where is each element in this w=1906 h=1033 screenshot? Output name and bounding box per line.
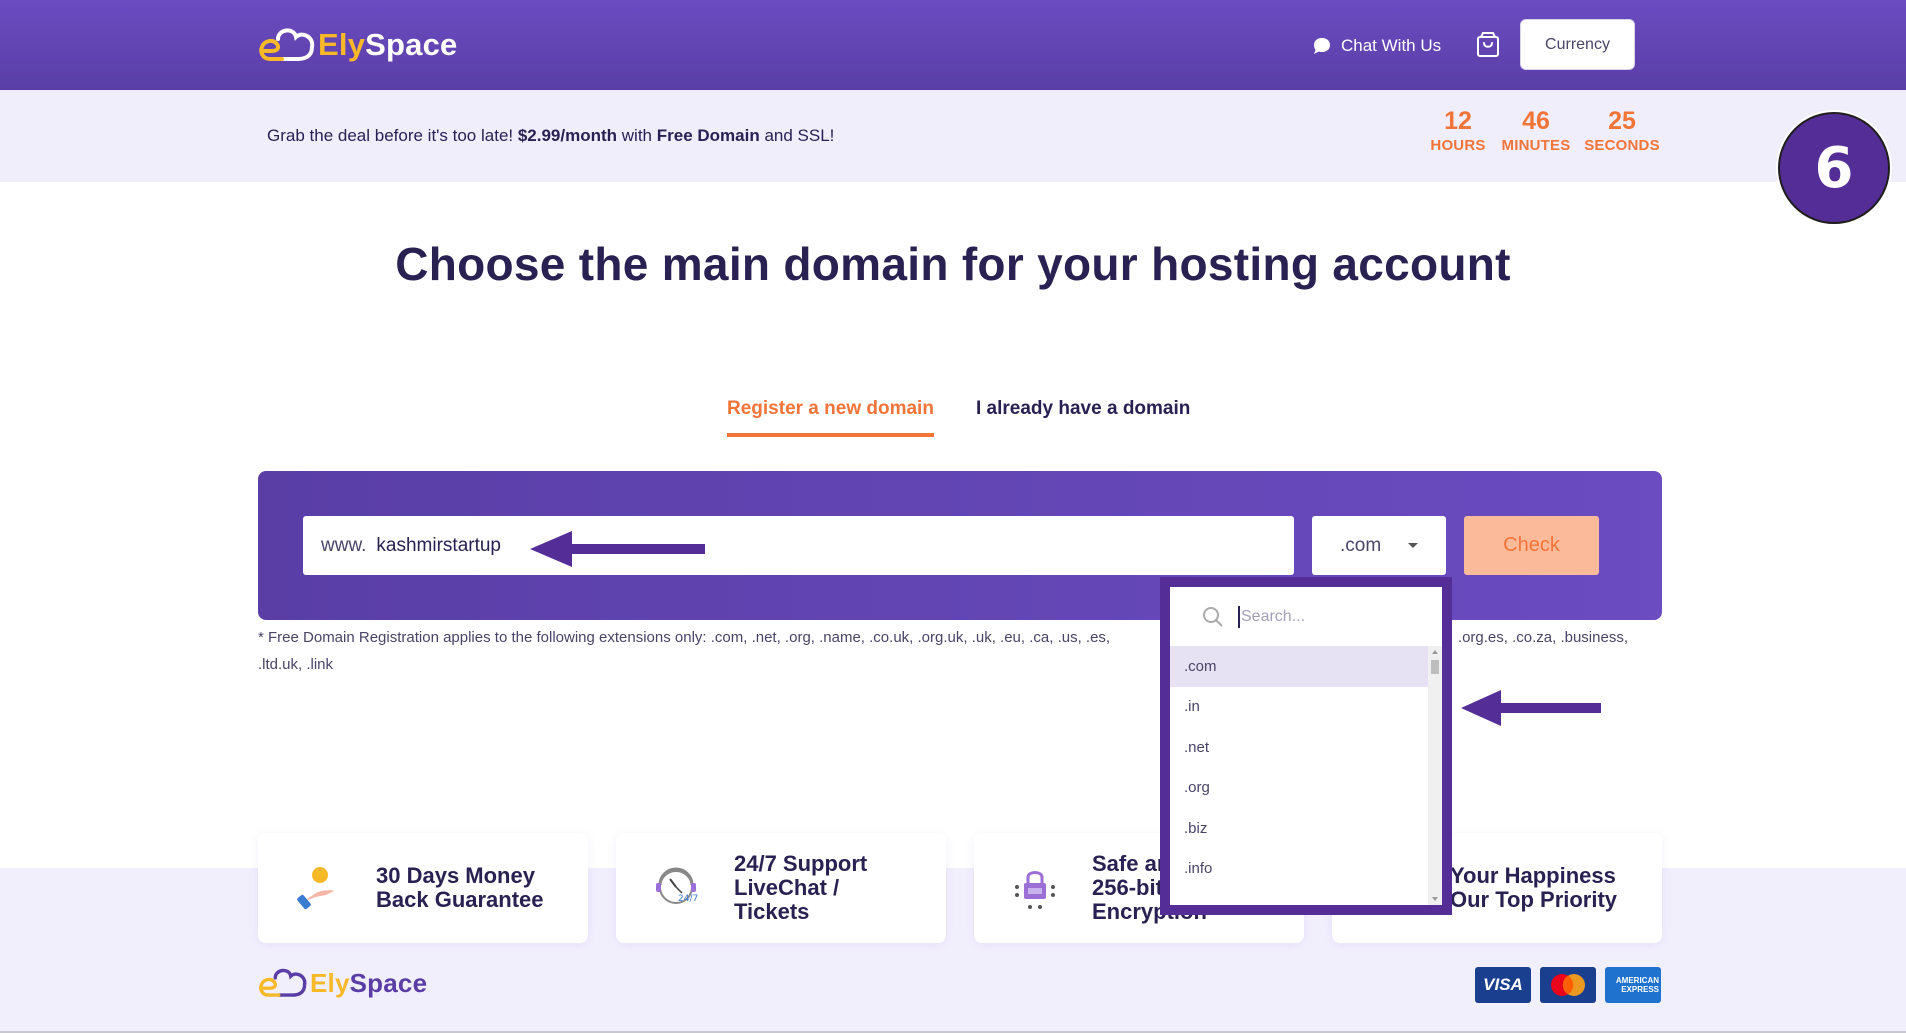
countdown-minutes-label: MINUTES — [1501, 137, 1571, 154]
tld-option[interactable]: .net — [1170, 727, 1428, 768]
feature-line: 30 Days Money — [376, 863, 535, 888]
feature-card-support: 24/7 24/7 Support LiveChat / Tickets — [616, 833, 946, 943]
visa-card-icon: VISA — [1475, 967, 1531, 1003]
logo-text: ElySpace — [318, 27, 457, 63]
footer-logo[interactable]: ElySpace — [258, 963, 427, 1003]
tld-select[interactable]: .com — [1312, 516, 1446, 575]
cloud-logo-icon — [259, 968, 307, 997]
encryption-lock-icon — [1015, 871, 1055, 909]
tld-option[interactable]: .biz — [1170, 808, 1428, 849]
www-prefix: www. — [321, 534, 367, 556]
feature-line: Your Happiness — [1450, 863, 1616, 888]
scroll-thumb[interactable] — [1431, 660, 1439, 674]
support-clock-247-icon: 24/7 — [656, 867, 698, 904]
feature-text: 30 Days Money Back Guarantee — [376, 864, 544, 912]
feature-line: 24/7 Support — [734, 851, 868, 876]
annotation-arrow-icon — [1461, 690, 1601, 726]
chat-bubble-icon — [1314, 38, 1330, 54]
selected-tld: .com — [1340, 534, 1382, 556]
logo-part-ely: Ely — [318, 27, 366, 62]
promo-text: Grab the deal before it's too late! $2.9… — [267, 126, 834, 146]
feature-text: Your Happiness Our Top Priority — [1450, 864, 1617, 912]
countdown-timer: 12 HOURS 46 MINUTES 25 SECONDS — [1426, 106, 1672, 156]
promo-price: $2.99/month — [517, 126, 618, 145]
shopping-bag-icon[interactable] — [1476, 32, 1500, 63]
cloud-logo-icon — [259, 28, 315, 61]
feature-line: LiveChat / — [734, 875, 840, 900]
tab-already-have-domain[interactable]: I already have a domain — [976, 398, 1190, 420]
feature-line: Tickets — [734, 899, 810, 924]
feature-card-money-back: 30 Days Money Back Guarantee — [258, 833, 588, 943]
logo-part-space: Space — [349, 967, 428, 998]
svg-text:24/7: 24/7 — [678, 894, 698, 904]
countdown-seconds-label: SECONDS — [1584, 137, 1660, 154]
elyspace-logo[interactable]: ElySpace — [258, 20, 457, 70]
domain-name-value: kashmirstartup — [376, 534, 502, 556]
tld-search-row — [1170, 587, 1442, 646]
chat-label: Chat With Us — [1341, 36, 1442, 55]
money-back-hand-coin-icon — [297, 867, 334, 910]
tld-option[interactable]: .com — [1170, 646, 1428, 687]
free-domain-footnote: * Free Domain Registration applies to th… — [258, 624, 1668, 678]
payment-methods: VISA AMERICAN EXPRESS — [1475, 967, 1661, 1003]
currency-label: Currency — [1545, 35, 1610, 53]
american-express-icon: AMERICAN EXPRESS — [1605, 967, 1661, 1003]
promo-highlight: Free Domain — [656, 126, 760, 145]
promo-text-pre: Grab the deal before it's too late! — [267, 126, 518, 145]
countdown-seconds-value: 25 — [1608, 107, 1636, 135]
amex-line: AMERICAN — [1615, 976, 1659, 985]
footnote-line-1-left: * Free Domain Registration applies to th… — [258, 629, 1111, 646]
tld-option[interactable]: .info — [1170, 849, 1428, 890]
top-navigation-bar: ElySpace Chat With Us Currency — [0, 0, 1906, 90]
scroll-up-arrow-icon[interactable] — [1432, 650, 1438, 654]
tld-option[interactable]: .org — [1170, 768, 1428, 809]
tld-search-input[interactable] — [1238, 605, 1388, 628]
promo-text-mid: with — [617, 126, 657, 145]
chat-with-us-link[interactable]: Chat With Us — [1313, 33, 1441, 59]
check-button[interactable]: Check — [1464, 516, 1599, 575]
page-title: Choose the main domain for your hosting … — [395, 238, 1511, 290]
feature-line: Back Guarantee — [376, 887, 544, 912]
countdown-hours-value: 12 — [1444, 107, 1472, 135]
check-label: Check — [1503, 534, 1560, 556]
tld-option[interactable]: .in — [1170, 687, 1428, 728]
countdown-hours-label: HOURS — [1430, 137, 1486, 154]
mastercard-icon — [1540, 967, 1596, 1003]
currency-button[interactable]: Currency — [1520, 19, 1635, 70]
annotation-arrow-icon — [530, 531, 705, 567]
scroll-down-arrow-icon[interactable] — [1432, 897, 1438, 901]
tld-options-list: .com .in .net .org .biz .info — [1170, 646, 1428, 905]
countdown-minutes: 46 MINUTES — [1500, 106, 1572, 156]
tld-dropdown-panel: .com .in .net .org .biz .info — [1170, 587, 1442, 905]
amex-line: EXPRESS — [1621, 985, 1659, 994]
logo-part-space: Space — [365, 27, 458, 62]
footnote-line-2: .ltd.uk, .link — [258, 656, 334, 673]
footnote-line-1: * Free Domain Registration applies to th… — [258, 624, 1668, 651]
feature-text: 24/7 Support LiveChat / Tickets — [734, 852, 867, 924]
domain-name-input[interactable]: www. kashmirstartup — [303, 516, 1294, 575]
logo-part-ely: Ely — [310, 967, 350, 998]
tab-register-new-domain[interactable]: Register a new domain — [727, 398, 934, 437]
countdown-minutes-value: 46 — [1522, 107, 1550, 135]
feature-line: Our Top Priority — [1450, 887, 1618, 912]
promo-text-post: and SSL! — [759, 126, 835, 145]
countdown-hours: 12 HOURS — [1426, 106, 1490, 156]
tld-dropdown: .com .in .net .org .biz .info — [1160, 577, 1452, 915]
chevron-down-icon — [1408, 543, 1418, 548]
step-number-badge: 6 — [1778, 112, 1890, 224]
tld-list-scrollbar[interactable] — [1428, 646, 1442, 905]
logo-text: ElySpace — [310, 968, 427, 999]
countdown-seconds: 25 SECONDS — [1582, 106, 1662, 156]
footnote-line-1-right: .org.es, .co.za, .business, — [1457, 629, 1628, 646]
search-icon — [1203, 606, 1223, 627]
